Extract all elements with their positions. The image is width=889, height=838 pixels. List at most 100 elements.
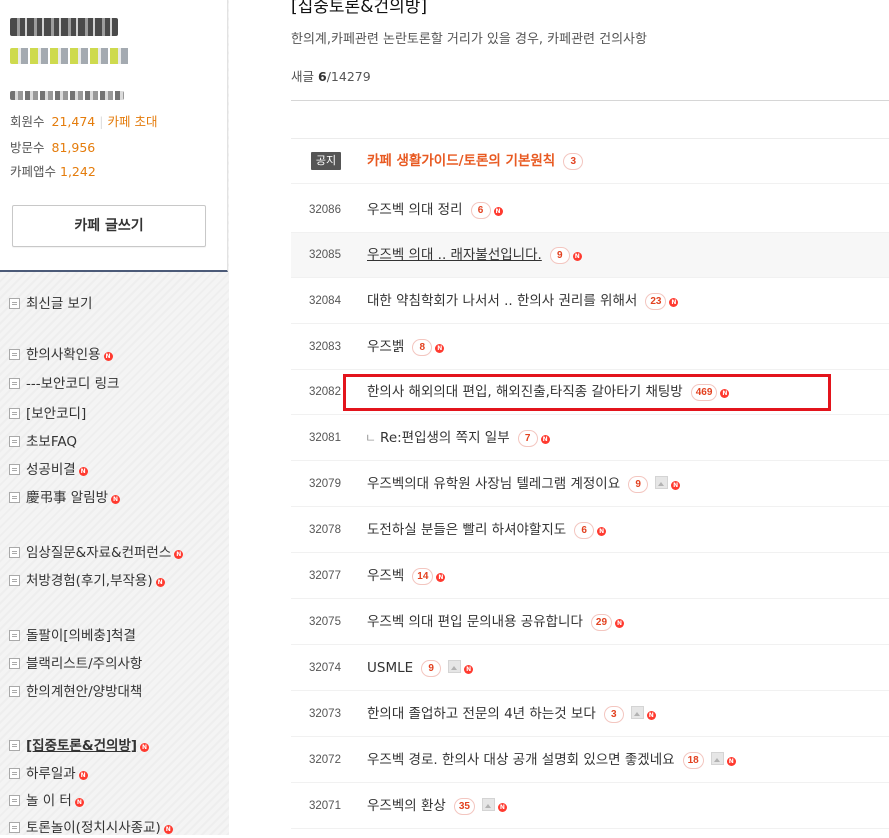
sidebar-item-daily[interactable]: 하루일과 N [9, 764, 88, 784]
image-attached-icon [630, 706, 644, 719]
sidebar-item-clinical[interactable]: 임상질문&자료&컨퍼런스 N [9, 543, 184, 563]
board-icon [9, 464, 20, 475]
sidebar-item-member-check[interactable]: 한의사확인용 N [9, 345, 113, 365]
comment-count[interactable]: 3 [563, 153, 584, 170]
board-icon [9, 436, 20, 447]
board-icon [9, 686, 20, 697]
sidebar-item-recent[interactable]: 최신글 보기 [9, 294, 92, 314]
cafe-meta-blurred [10, 91, 124, 100]
sidebar-item-faq[interactable]: 초보FAQ [9, 432, 77, 452]
table-row: 32074 USMLE 9 N [291, 646, 889, 691]
reply-icon: ㄴ [365, 431, 377, 445]
post-number: 32081 [309, 432, 341, 444]
comment-count[interactable]: 35 [453, 798, 475, 815]
link-icon [9, 378, 20, 389]
new-icon: N [615, 619, 625, 628]
sidebar-item-prescription[interactable]: 처방경험(후기,부작용) N [9, 571, 165, 591]
post-number: 32077 [309, 570, 341, 582]
cafe-sidebar: 회원수 21,474 | 카페 초대 방문수 81,956 카페앱수 1,242 카페 … [0, 0, 229, 838]
sidebar-item-discussion[interactable]: [집중토론&건의방] N [9, 736, 150, 756]
visits-stat: 방문수 81,956 [10, 140, 96, 155]
post-title-link[interactable]: 한의대 졸업하고 전문의 4년 하는것 보다 3 N [367, 692, 656, 736]
table-row: 32079 우즈벡의대 유학원 사장님 텔레그램 계정이요 9 N [291, 462, 889, 507]
sidebar-item-events[interactable]: 慶弔事 알림방 N [9, 488, 121, 508]
sidebar-item-issues[interactable]: 한의계현안/양방대책 [9, 682, 142, 702]
table-row: 32081 ㄴ Re:편입생의 쪽지 일부 7 N [291, 416, 889, 461]
visits-count: 81,956 [51, 140, 96, 155]
stat-separator: | [99, 114, 104, 129]
comment-count[interactable]: 9 [421, 660, 442, 677]
post-title-link[interactable]: 우즈벩 8 N [367, 325, 445, 369]
comment-count[interactable]: 3 [603, 706, 624, 723]
new-icon: N [111, 495, 121, 504]
app-stat: 카페앱수 1,242 [10, 164, 96, 179]
sidebar-item-playground[interactable]: 놀 이 터N [9, 791, 84, 811]
sidebar-item-security-code[interactable]: [보안코디] [9, 404, 86, 424]
cafe-name-blurred [10, 18, 118, 36]
board-icon [9, 492, 20, 503]
post-title-link[interactable]: 우즈벡 경로. 한의사 대상 공개 설명회 있으면 좋겠네요 18 N [367, 738, 736, 782]
new-icon: N [103, 352, 113, 361]
comment-count[interactable]: 9 [628, 476, 649, 493]
new-icon: N [493, 207, 503, 216]
sidebar-item-quack[interactable]: 돌팔이[의베충]척결 [9, 626, 136, 646]
post-number: 32079 [309, 478, 341, 490]
comment-count[interactable]: 14 [412, 568, 434, 585]
table-row: 32084 대한 약침학회가 나서서 .. 한의사 권리를 위해서 23 N [291, 279, 889, 324]
post-number: 32073 [309, 708, 341, 720]
board-icon [9, 349, 20, 360]
post-title-link[interactable]: 도전하실 분들은 빨리 하셔야할지도 6 N [367, 508, 607, 552]
post-number: 32083 [309, 341, 341, 353]
post-number: 32074 [309, 662, 341, 674]
board-description: 한의계,카페관련 논란토론할 거리가 있을 경우, 카페관련 건의사항 [291, 32, 647, 47]
table-row: 32072 우즈벡 경로. 한의사 대상 공개 설명회 있으면 좋겠네요 18 N [291, 738, 889, 783]
post-title-link[interactable]: USMLE 9 N [367, 646, 474, 690]
post-title-link[interactable]: 대한 약침학회가 나서서 .. 한의사 권리를 위해서 23 N [367, 279, 679, 323]
comment-count[interactable]: 9 [549, 247, 570, 264]
comment-count[interactable]: 6 [574, 522, 595, 539]
sidebar-item-debate[interactable]: 토론놀이(정치시사종교) N [9, 818, 173, 838]
comment-count[interactable]: 18 [682, 752, 704, 769]
board-title: [집중토론&건의방] [291, 0, 428, 17]
post-title-link[interactable]: 우즈벡 의대 편입 문의내용 공유합니다 29 N [367, 600, 625, 644]
sidebar-item-success[interactable]: 성공비결 N [9, 460, 88, 480]
post-title-link[interactable]: 우즈벡 의대 정리 6 N [367, 188, 503, 232]
new-icon: N [726, 757, 736, 766]
table-row: 32075 우즈벡 의대 편입 문의내용 공유합니다 29 N [291, 600, 889, 645]
post-number: 32082 [309, 386, 341, 398]
new-icon: N [140, 743, 150, 752]
table-row: 32078 도전하실 분들은 빨리 하셔야할지도 6 N [291, 508, 889, 553]
comment-count[interactable]: 469 [690, 384, 718, 401]
comment-count[interactable]: 8 [412, 339, 433, 356]
post-title-link[interactable]: 한의사 해외의대 편입, 해외진출,타직종 갈아타기 채팅방 469 N [367, 370, 730, 414]
post-title-link[interactable]: 우즈벡의 환상 35 N [367, 784, 507, 828]
post-title-link[interactable]: ㄴ Re:편입생의 쪽지 일부 7 N [365, 416, 550, 460]
image-attached-icon [710, 752, 724, 765]
post-title-link[interactable]: 우즈벡의대 유학원 사장님 텔레그램 계정이요 9 N [367, 462, 681, 506]
table-row: 32073 한의대 졸업하고 전문의 4년 하는것 보다 3 N [291, 692, 889, 737]
image-attached-icon [448, 660, 462, 673]
post-number: 32084 [309, 295, 341, 307]
post-title-link[interactable]: 우즈벡 의대 .. 래자불선입니다. 9 N [367, 233, 582, 277]
new-icon: N [174, 550, 184, 559]
members-stat: 회원수 21,474 | 카페 초대 [10, 114, 158, 129]
new-icon: N [597, 527, 607, 536]
comment-count[interactable]: 29 [590, 614, 613, 631]
post-number: 32072 [309, 754, 341, 766]
board-icon [9, 575, 20, 586]
post-title-link[interactable]: 우즈벡 14 N [367, 554, 446, 598]
board-list-icon [9, 298, 20, 309]
sidebar-item-blacklist[interactable]: 블랙리스트/주의사항 [9, 654, 142, 674]
table-row: 32077 우즈벡 14 N [291, 554, 889, 599]
sidebar-item-security-link[interactable]: ---보안코디 링크 [9, 374, 119, 394]
new-icon: N [572, 252, 582, 261]
cafe-write-button[interactable]: 카페 글쓰기 [12, 205, 206, 247]
comment-count[interactable]: 7 [517, 430, 538, 447]
post-title-link[interactable]: 카페 생활가이드/토론의 기본원칙 3 [367, 139, 584, 183]
cafe-level-blurred [10, 48, 130, 64]
invite-link[interactable]: 카페 초대 [107, 114, 157, 129]
comment-count[interactable]: 23 [645, 293, 667, 310]
cafe-info-box: 회원수 21,474 | 카페 초대 방문수 81,956 카페앱수 1,242 카페 … [0, 0, 228, 272]
comment-count[interactable]: 6 [470, 202, 491, 219]
new-icon: N [435, 344, 445, 353]
